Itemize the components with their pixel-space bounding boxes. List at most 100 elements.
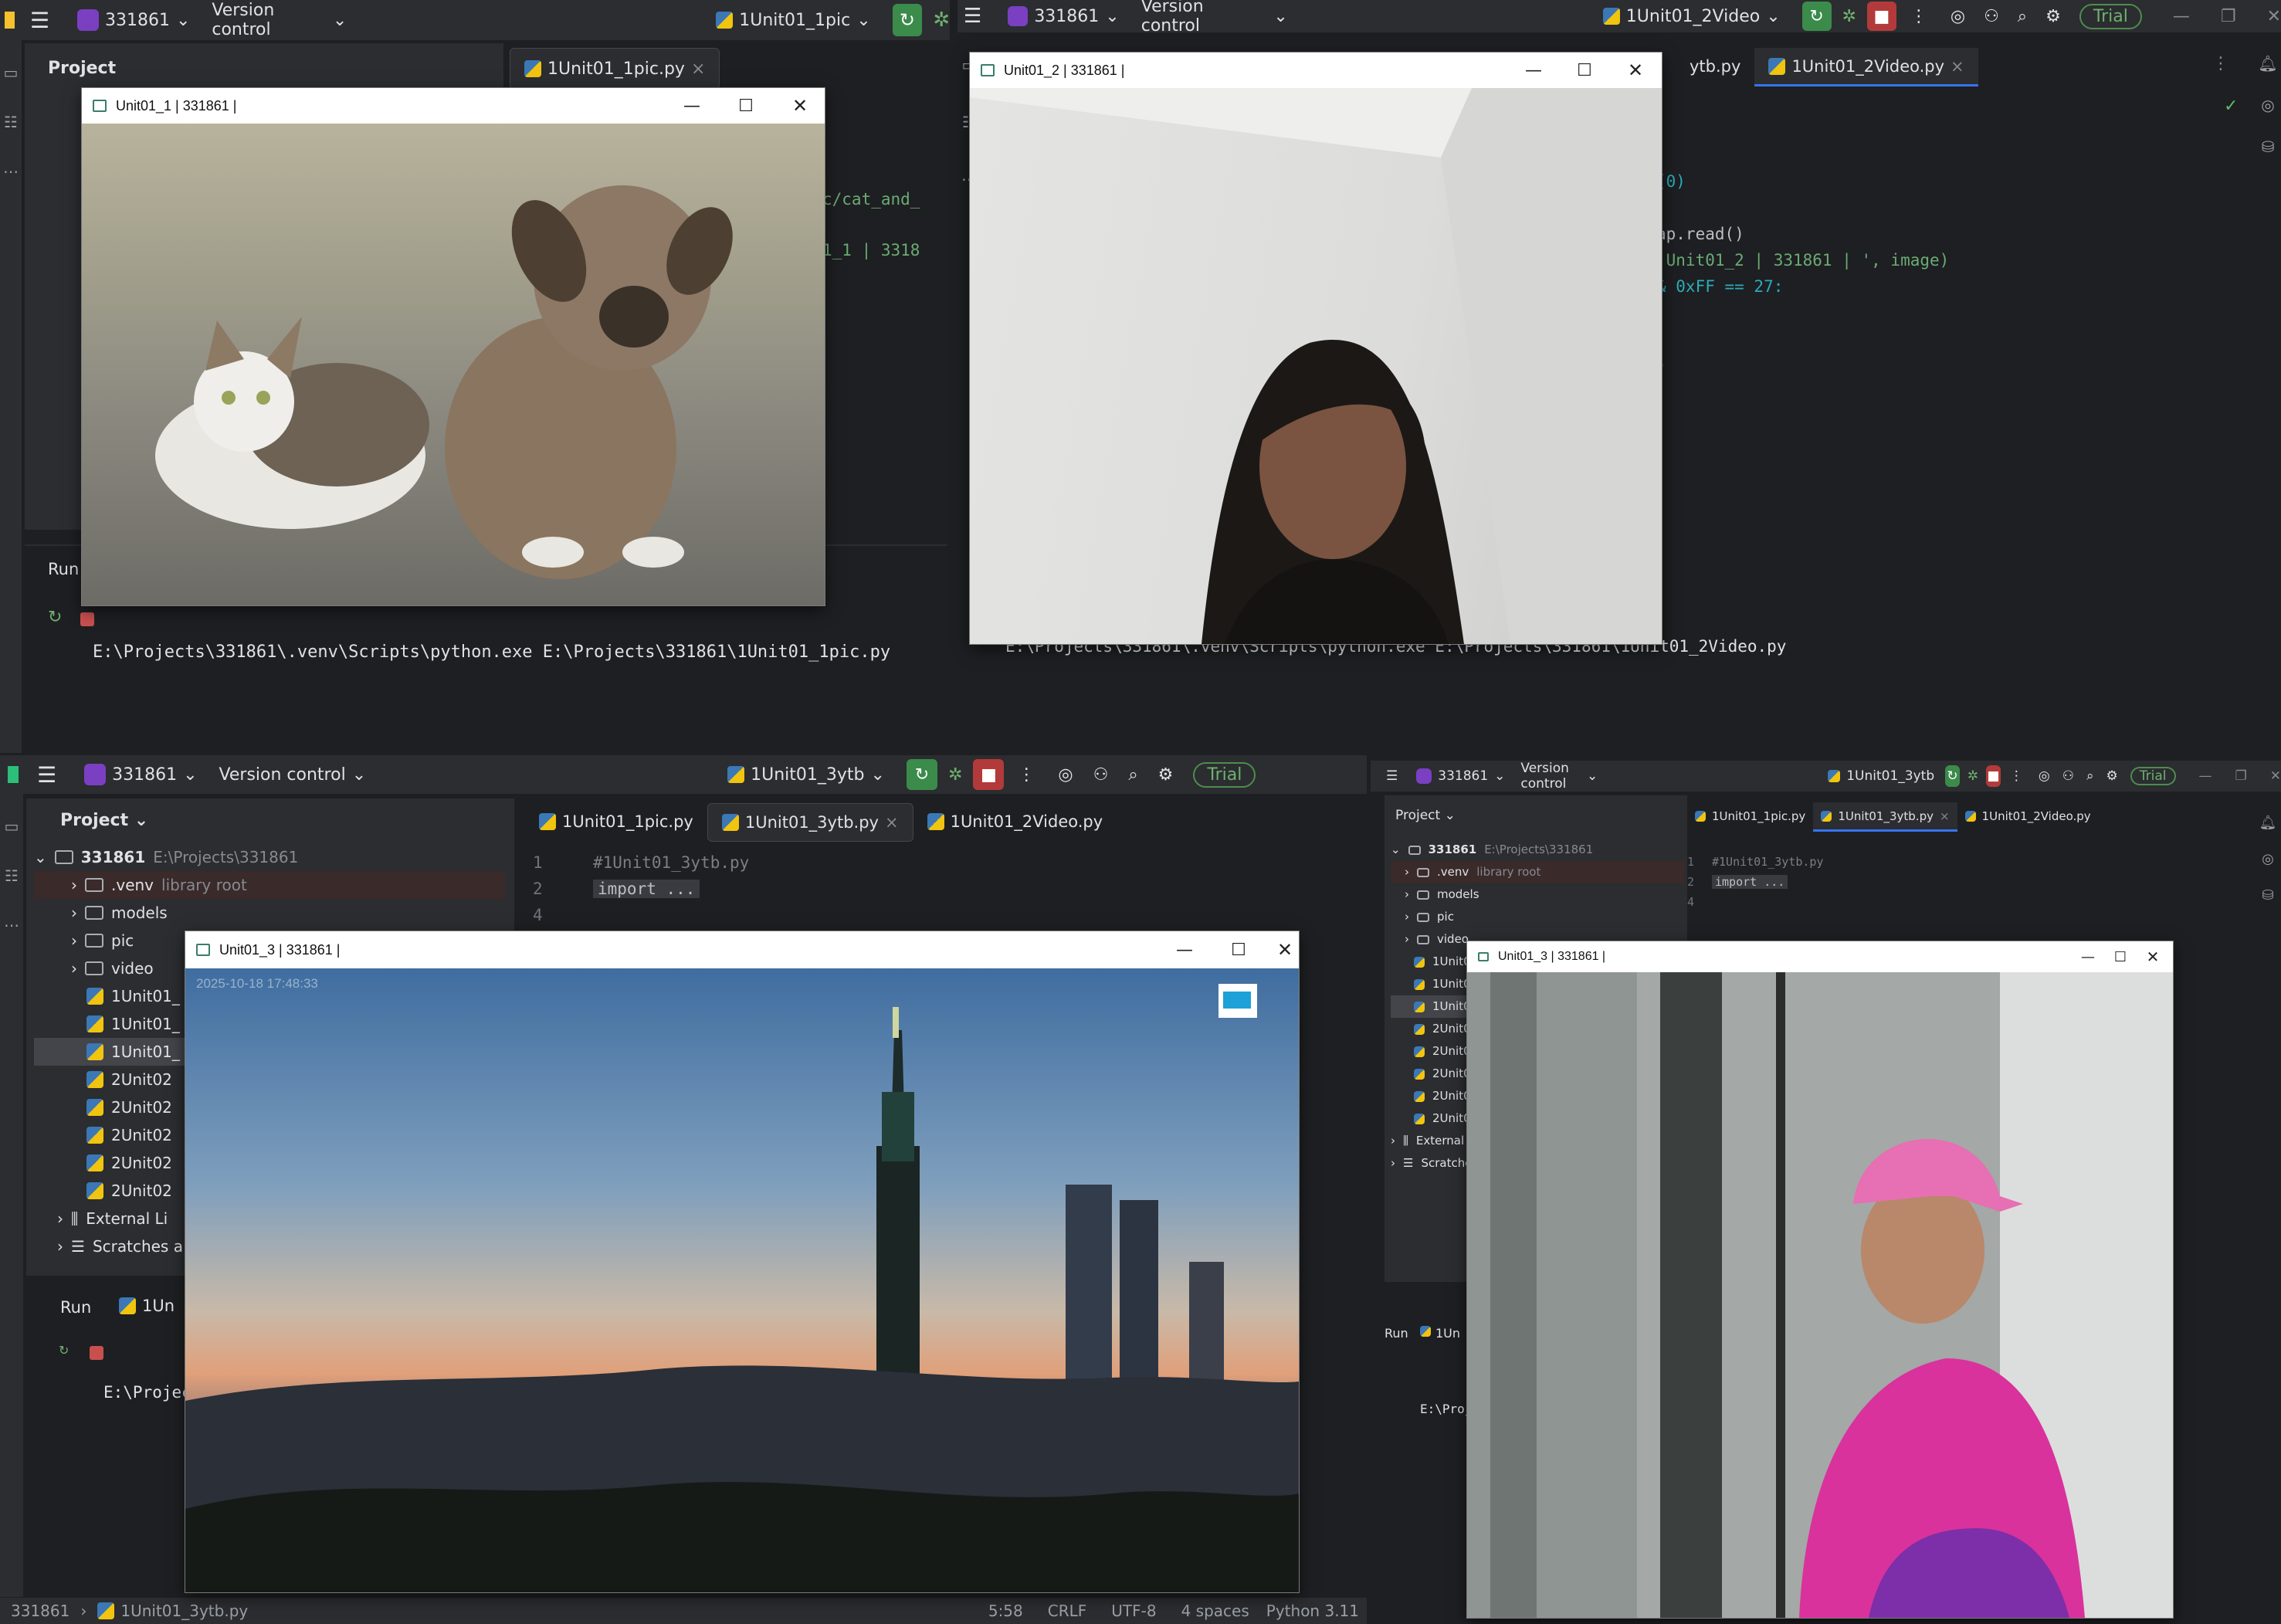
maximize-icon[interactable]: ☐ — [1215, 931, 1262, 968]
tab-actions-icon[interactable]: ⋮ — [2212, 54, 2229, 73]
window-minimize-icon[interactable]: — — [2173, 7, 2190, 26]
notifications-icon[interactable]: 🔔︎ — [2259, 815, 2277, 831]
rerun-button[interactable]: ↻ — [1945, 765, 1960, 787]
settings-gear-icon[interactable]: ⚙ — [1158, 765, 1174, 785]
version-control-menu[interactable]: Version control ⌄ — [219, 765, 367, 785]
minimize-icon[interactable]: — — [1510, 53, 1557, 88]
status-line-separator[interactable]: CRLF — [1048, 1602, 1087, 1620]
tab-1unit01-2video[interactable]: 1Unit01_2Video.py × — [1754, 48, 1978, 86]
window-close-icon[interactable]: ✕ — [2270, 768, 2281, 784]
stop-icon[interactable] — [90, 1346, 103, 1360]
ai-assistant-icon[interactable]: ◎ — [1951, 7, 1965, 26]
window-close-icon[interactable]: ✕ — [2267, 7, 2281, 26]
run-config-selector[interactable]: 1Unit01_3ytb — [1828, 768, 1934, 784]
tab-1unit01-3ytb[interactable]: 1Unit01_3ytb.py × — [1813, 802, 1957, 832]
window-restore-icon[interactable]: ❐ — [2235, 768, 2247, 784]
project-panel-title[interactable]: Project — [25, 43, 503, 93]
ide-logo-icon[interactable] — [8, 766, 19, 783]
tree-item-pic[interactable]: › pic — [1391, 906, 1684, 928]
window-minimize-icon[interactable]: — — [2199, 768, 2212, 784]
project-panel-title[interactable]: Project ⌄ — [1385, 795, 1687, 823]
window-title-bar[interactable]: Unit01_3 | 331861 | — [185, 931, 1299, 968]
ai-assistant-icon[interactable]: ◎ — [2039, 768, 2050, 784]
tab-1unit01-2video[interactable]: 1Unit01_2Video.py — [1957, 802, 2099, 832]
stop-button[interactable]: ■ — [973, 759, 1005, 790]
stop-button[interactable]: ■ — [1866, 2, 1896, 31]
stop-icon[interactable] — [80, 612, 94, 626]
image-window-unit01-1[interactable]: Unit01_1 | 331861 | — ☐ ✕ — [82, 88, 825, 605]
close-tab-icon[interactable]: × — [1951, 57, 1964, 76]
rerun-icon[interactable]: ↻ — [48, 608, 62, 627]
trial-badge[interactable]: Trial — [1193, 761, 1256, 788]
main-menu-icon[interactable]: ☰ — [30, 8, 49, 33]
version-control-menu[interactable]: Version control ⌄ — [1520, 761, 1598, 792]
close-icon[interactable]: ✕ — [777, 88, 823, 124]
run-config-selector[interactable]: 1Unit01_2Video ⌄ — [1602, 7, 1781, 26]
ai-chat-icon[interactable]: ◎ — [2261, 96, 2274, 114]
run-tab[interactable]: 1Un — [119, 1297, 175, 1315]
rerun-button[interactable]: ↻ — [1801, 2, 1832, 31]
version-control-menu[interactable]: Version control ⌄ — [212, 1, 347, 39]
settings-gear-icon[interactable]: ⚙ — [2045, 7, 2061, 26]
project-selector[interactable]: 331861 ⌄ — [76, 9, 190, 31]
code-editor[interactable]: 1 #1Unit01_3ytb.py 2 import ... 4 — [1687, 852, 1824, 912]
status-interpreter[interactable]: Python 3.11 — [1266, 1602, 1359, 1620]
tree-item-models[interactable]: › models — [34, 899, 505, 927]
rerun-button[interactable]: ↻ — [906, 759, 937, 790]
status-encoding[interactable]: UTF-8 — [1111, 1602, 1156, 1620]
more-icon[interactable]: ⋯ — [3, 162, 19, 181]
minimize-icon[interactable]: — — [669, 88, 715, 124]
video-window-unit01-3[interactable]: Unit01_3 | 331861 | — ☐ ✕ 2025-10-18 17:… — [185, 931, 1299, 1592]
project-panel-title[interactable]: Project ⌄ — [26, 798, 514, 830]
add-user-icon[interactable]: ⚇ — [1093, 765, 1109, 785]
more-icon[interactable]: ⋮ — [2010, 768, 2023, 784]
debug-icon[interactable]: ✲ — [933, 8, 950, 32]
rerun-button[interactable]: ↻ — [892, 4, 923, 36]
add-user-icon[interactable]: ⚇ — [2062, 768, 2074, 784]
more-icon[interactable]: ⋮ — [1910, 7, 1927, 26]
tree-item-models[interactable]: › models — [1391, 883, 1684, 906]
status-caret-position[interactable]: 5:58 — [988, 1602, 1023, 1620]
settings-gear-icon[interactable]: ⚙ — [2106, 768, 2118, 784]
main-menu-icon[interactable]: ☰ — [37, 762, 56, 788]
webcam-window-unit01-2[interactable]: Unit01_2 | 331861 | — ☐ ✕ — [970, 53, 1662, 644]
maximize-icon[interactable]: ☐ — [723, 88, 769, 124]
ide-logo-icon[interactable] — [5, 12, 15, 29]
close-tab-icon[interactable]: × — [1940, 809, 1950, 823]
tree-root[interactable]: ⌄ 331861 E:\Projects\331861 — [1391, 839, 1684, 861]
tab-ytb[interactable]: ytb.py — [1676, 48, 1754, 86]
close-tab-icon[interactable]: × — [691, 59, 705, 79]
folder-icon[interactable]: ▭ — [5, 817, 19, 836]
ai-chat-icon[interactable]: ◎ — [2262, 851, 2274, 867]
more-icon[interactable]: ⋯ — [4, 916, 19, 934]
close-icon[interactable]: ✕ — [1612, 53, 1659, 88]
run-label[interactable]: Run — [1385, 1326, 1408, 1341]
debug-icon[interactable]: ✲ — [1842, 7, 1856, 26]
breadcrumb-project[interactable]: 331861 — [11, 1602, 69, 1620]
database-icon[interactable]: ⛁ — [2262, 137, 2275, 156]
tab-1unit01-2video[interactable]: 1Unit01_2Video.py — [913, 803, 1117, 842]
close-icon[interactable]: ✕ — [1269, 931, 1299, 968]
structure-icon[interactable]: ☷ — [5, 866, 19, 885]
add-user-icon[interactable]: ⚇ — [1984, 7, 1999, 26]
database-icon[interactable]: ⛁ — [2262, 887, 2273, 904]
project-selector[interactable]: 331861 ⌄ — [1416, 768, 1505, 784]
close-tab-icon[interactable]: × — [885, 813, 899, 832]
tab-1unit01-1pic[interactable]: 1Unit01_1pic.py — [525, 803, 707, 842]
notifications-icon[interactable]: 🔔︎ — [2258, 54, 2277, 73]
rerun-icon[interactable]: ↻ — [59, 1343, 69, 1358]
status-indent[interactable]: 4 spaces — [1181, 1602, 1249, 1620]
close-icon[interactable]: ✕ — [2137, 941, 2168, 972]
debug-icon[interactable]: ✲ — [948, 765, 962, 785]
search-icon[interactable]: ⌕ — [2086, 768, 2094, 784]
run-label[interactable]: Run — [48, 560, 79, 578]
ai-assistant-icon[interactable]: ◎ — [1058, 765, 1073, 785]
stop-button[interactable]: ■ — [1986, 765, 2001, 787]
code-editor[interactable]: 1 #1Unit01_3ytb.py 2 import ... 4 — [533, 849, 749, 928]
debug-icon[interactable]: ✲ — [1967, 768, 1978, 784]
run-config-selector[interactable]: 1Unit01_1pic ⌄ — [716, 11, 871, 30]
version-control-menu[interactable]: Version control ⌄ — [1141, 0, 1288, 36]
breadcrumb-file[interactable]: 1Unit01_3ytb.py — [120, 1602, 248, 1620]
window-title-bar[interactable]: Unit01_2 | 331861 | — [970, 53, 1662, 88]
maximize-icon[interactable]: ☐ — [2105, 941, 2136, 972]
